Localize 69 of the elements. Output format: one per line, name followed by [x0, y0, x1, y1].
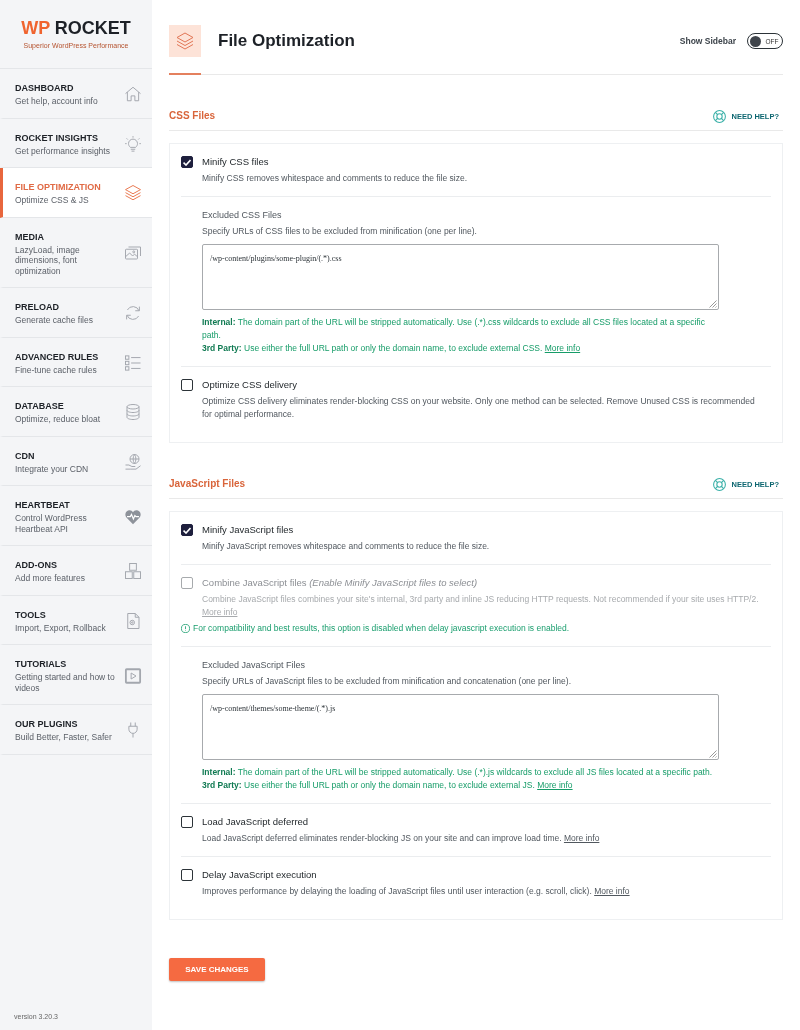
lifebuoy-icon [713, 477, 727, 491]
database-icon [124, 403, 142, 422]
option-description: Improves performance by delaying the loading of JavaScript files until user interaction (e.g. scroll, click). More info [202, 885, 631, 898]
nav-item[interactable]: CDN Integrate your CDN [0, 436, 152, 486]
nav-item[interactable]: ADD-ONS Add more features [0, 546, 152, 596]
refresh-icon [124, 304, 142, 323]
option-description: Combine JavaScript files combines your site's internal, 3rd party and inline JS reducing HTTP requests. Not recommended if your site uses HTTP/2. More info [202, 593, 760, 619]
toggle-label: Show Sidebar [679, 36, 736, 46]
option-label: Minify CSS files [202, 155, 270, 169]
option-label: Load JavaScript deferred [202, 815, 310, 829]
more-info-link[interactable]: More info [537, 780, 573, 790]
option-description: Load JavaScript deferred eliminates render-blocking JS on your site and can improve load time. More info [202, 832, 601, 845]
layers-icon [124, 184, 142, 203]
option-label: Delay JavaScript execution [202, 868, 318, 882]
nav-item[interactable]: TUTORIALS Getting started and how to videos [0, 645, 152, 705]
house-icon [124, 85, 142, 104]
field-title: Excluded JavaScript Files [202, 659, 307, 672]
logo-wordmark: WP ROCKET [21, 18, 131, 38]
checkbox[interactable] [181, 379, 193, 391]
option-label: Combine JavaScript files (Enable Minify JavaScript files to select) [202, 576, 479, 590]
help-note: Internal: The domain part of the URL will be stripped automatically. Use (.*).js wildcards to exclude all JS files located at a specific path. [202, 766, 714, 779]
option-label: Minify JavaScript files [202, 523, 295, 537]
more-info-link[interactable]: More info [544, 343, 581, 353]
option-description: Minify JavaScript removes whitespace and comments to reduce the file size. [202, 540, 491, 553]
option-description: Specify URLs of JavaScript files to be excluded from minification and concatenation (one per line). [202, 675, 572, 688]
compatibility-notice: For compatibility and best results, this option is disabled when delay javascript execution is enabled. [193, 622, 570, 635]
field-title: Excluded CSS Files [202, 209, 283, 222]
document-gear-icon [124, 611, 142, 630]
option-description: Optimize CSS delivery eliminates render-blocking CSS on your website. Only one method can be selected. Remove Unused CSS is recommended for optimal performance. [202, 395, 756, 421]
check-icon [183, 526, 191, 534]
page-title: File Optimization [218, 31, 355, 51]
resize-grip-icon [709, 750, 717, 758]
option-label: Optimize CSS delivery [202, 378, 299, 392]
help-note: 3rd Party: Use either the full URL path or only the domain name, to exclude external JS. More info [202, 779, 574, 792]
checkbox[interactable] [181, 816, 193, 828]
checklist-icon [124, 353, 142, 372]
option-description: Minify CSS removes whitespace and comments to reduce the file size. [202, 172, 469, 185]
nav-item[interactable]: OUR PLUGINS Build Better, Faster, Safer [0, 705, 152, 755]
play-icon [124, 666, 142, 685]
images-icon [124, 244, 142, 263]
textarea-field[interactable]: /wp-content/themes/some-theme/(.*).js [202, 694, 719, 760]
checkbox[interactable] [181, 524, 193, 536]
more-info-link[interactable]: More info [563, 833, 600, 843]
nav-item[interactable]: ADVANCED RULES Fine-tune cache rules [0, 337, 152, 387]
info-icon [181, 624, 190, 633]
help-note: Internal: The domain part of the URL will be stripped automatically. Use (.*).css wildcards to exclude all CSS files located at a specific path. [202, 316, 706, 342]
nav-item[interactable]: DATABASE Optimize, reduce bloat [0, 387, 152, 437]
check-icon [183, 158, 191, 166]
checkbox[interactable] [181, 869, 193, 881]
nav-item[interactable]: MEDIA LazyLoad, image dimensions, font optimization [0, 217, 152, 288]
hand-globe-icon [124, 452, 142, 471]
layers-icon [169, 25, 201, 57]
option-description: Specify URLs of CSS files to be excluded from minification (one per line). [202, 225, 478, 238]
cubes-icon [124, 562, 142, 581]
lightbulb-icon [124, 134, 142, 153]
nav-item[interactable]: PRELOAD Generate cache files [0, 288, 152, 338]
heart-pulse-icon [124, 507, 142, 526]
lifebuoy-icon [713, 109, 727, 123]
nav-item[interactable]: FILE OPTIMIZATION Optimize CSS & JS [0, 168, 152, 218]
nav-item[interactable]: TOOLS Import, Export, Rollback [0, 595, 152, 645]
nav-item[interactable]: HEARTBEAT Control WordPress Heartbeat API [0, 486, 152, 546]
nav-item[interactable]: DASHBOARD Get help, account info [0, 69, 152, 119]
section-title: CSS Files [169, 109, 216, 123]
textarea-field[interactable]: /wp-content/plugins/some-plugin/(.*).css [202, 244, 719, 310]
help-note: 3rd Party: Use either the full URL path or only the domain name, to exclude external CSS. More info [202, 342, 582, 355]
section-title: JavaScript Files [169, 477, 246, 491]
resize-grip-icon [709, 300, 717, 308]
more-info-link[interactable]: More info [594, 886, 630, 896]
checkbox[interactable] [181, 156, 193, 168]
